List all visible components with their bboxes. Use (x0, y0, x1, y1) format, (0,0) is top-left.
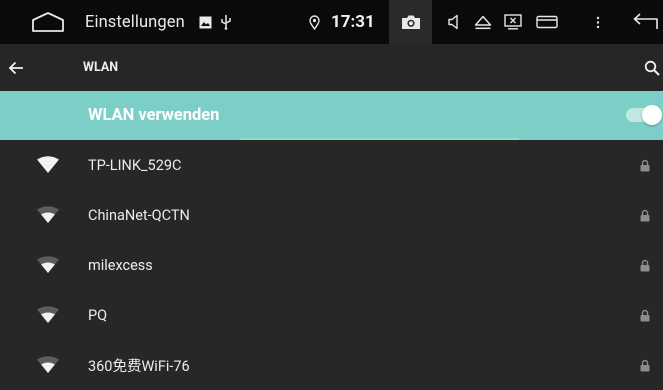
clock: 17:31 (331, 12, 375, 32)
network-row[interactable]: TP-LINK_529C (0, 140, 663, 190)
network-name: 360免费WiFi-76 (88, 357, 190, 375)
wifi-signal-full-icon (36, 140, 60, 190)
network-name: ChinaNet-QCTN (88, 206, 190, 224)
network-row[interactable]: milexcess (0, 240, 663, 290)
wifi-signal-medium-icon (36, 190, 60, 240)
camera-icon[interactable] (400, 0, 422, 44)
arrow-back-icon[interactable] (6, 44, 26, 91)
status-bar: Einstellungen 17:31 (0, 0, 663, 44)
eject-icon[interactable] (473, 0, 493, 44)
lock-icon (640, 140, 650, 190)
network-name: milexcess (88, 256, 153, 274)
app-title: Einstellungen (85, 12, 185, 32)
lock-icon (640, 340, 650, 390)
wifi-switch-label: WLAN verwenden (88, 106, 220, 125)
more-vert-icon[interactable] (594, 0, 602, 44)
lock-icon (640, 240, 650, 290)
settings-screen: Einstellungen 17:31 WLAN WLAN verwenden … (0, 0, 663, 387)
toolbar: WLAN (0, 44, 663, 91)
lock-icon (640, 190, 650, 240)
wifi-signal-medium-icon (36, 290, 60, 340)
search-icon[interactable] (643, 44, 661, 91)
wifi-master-switch-row[interactable]: WLAN verwenden (0, 91, 663, 140)
network-row[interactable]: 360免费WiFi-76 (0, 340, 663, 390)
network-name: TP-LINK_529C (88, 156, 182, 174)
image-icon (197, 0, 213, 44)
volume-icon[interactable] (445, 0, 463, 44)
wifi-toggle-thumb[interactable] (642, 105, 662, 125)
back-icon[interactable] (630, 0, 660, 44)
network-row[interactable]: ChinaNet-QCTN (0, 190, 663, 240)
location-icon (307, 0, 321, 44)
usb-icon (218, 0, 234, 44)
window-icon[interactable] (535, 0, 559, 44)
home-icon[interactable] (28, 0, 68, 44)
network-name: PQ (88, 306, 108, 324)
lock-icon (640, 290, 650, 340)
network-row[interactable]: PQ (0, 290, 663, 340)
screenshot-icon[interactable] (503, 0, 523, 44)
page-title: WLAN (83, 60, 119, 75)
wifi-signal-medium-icon (36, 240, 60, 290)
wifi-signal-medium-icon (36, 340, 60, 390)
